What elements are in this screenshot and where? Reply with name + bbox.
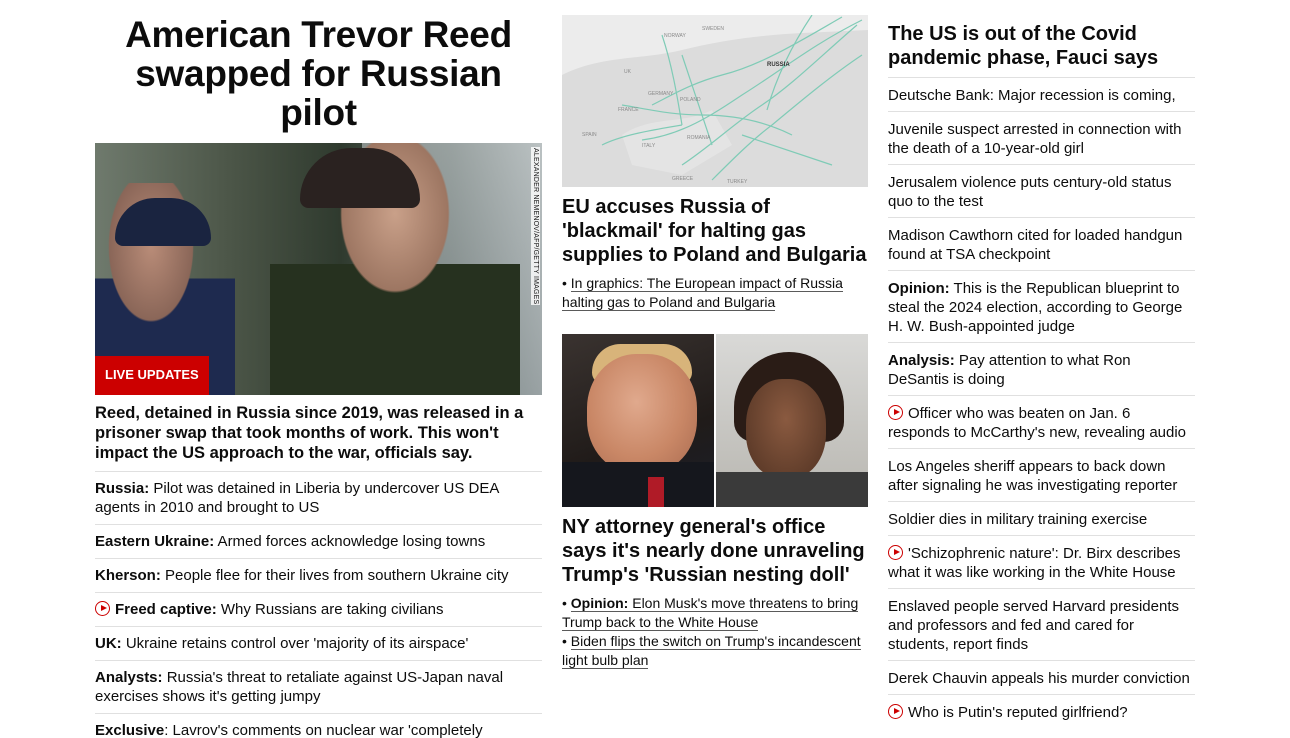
list-item[interactable]: Officer who was beaten on Jan. 6 respond… xyxy=(888,395,1195,448)
europe-gas-pipeline-map[interactable]: SWEDEN NORWAY RUSSIA GERMANY POLAND FRAN… xyxy=(562,15,868,187)
item-kicker: Eastern Ukraine: xyxy=(95,533,215,550)
trump-james-photo[interactable] xyxy=(562,334,868,507)
photo-face xyxy=(587,354,697,474)
item-text: Pilot was detained in Liberia by underco… xyxy=(95,480,499,516)
item-kicker: Exclusive xyxy=(95,722,165,738)
item-text: Jerusalem violence puts century-old stat… xyxy=(888,174,1172,210)
list-item[interactable]: Soldier dies in military training exerci… xyxy=(888,501,1195,535)
item-text: Who is Putin's reputed girlfriend? xyxy=(908,704,1128,721)
item-text: Los Angeles sheriff appears to back down… xyxy=(888,458,1178,494)
list-item[interactable]: Who is Putin's reputed girlfriend? xyxy=(888,694,1195,728)
light-bulb-link[interactable]: Biden flips the switch on Trump's incand… xyxy=(562,633,861,669)
map-label: RUSSIA xyxy=(767,62,790,68)
item-text: 'Schizophrenic nature': Dr. Birx describ… xyxy=(888,545,1181,581)
map-label: TURKEY xyxy=(727,179,748,185)
photo-tie xyxy=(648,477,664,507)
opinion-link[interactable]: Opinion: Elon Musk's move threatens to b… xyxy=(562,595,859,631)
map-label: SWEDEN xyxy=(702,26,724,32)
ny-ag-related-link-2[interactable]: • Biden flips the switch on Trump's inca… xyxy=(562,632,868,670)
trump-photo xyxy=(562,334,714,507)
map-label: FRANCE xyxy=(618,107,639,113)
item-text: Soldier dies in military training exerci… xyxy=(888,511,1148,528)
item-kicker: Freed captive: xyxy=(115,601,217,618)
lead-description[interactable]: Reed, detained in Russia since 2019, was… xyxy=(95,403,542,463)
link-kicker: Opinion: xyxy=(570,595,629,611)
eu-gas-headline[interactable]: EU accuses Russia of 'blackmail' for hal… xyxy=(562,195,868,267)
item-kicker: Analysts: xyxy=(95,669,163,686)
list-item[interactable]: Eastern Ukraine: Armed forces acknowledg… xyxy=(95,524,542,558)
video-play-icon xyxy=(888,405,903,420)
item-kicker: Russia: xyxy=(95,480,150,497)
pipeline-map-svg: SWEDEN NORWAY RUSSIA GERMANY POLAND FRAN… xyxy=(562,15,868,187)
map-label: ITALY xyxy=(642,143,656,149)
map-label: UK xyxy=(624,69,632,75)
right-column: The US is out of the Covid pandemic phas… xyxy=(888,0,1195,728)
video-play-icon xyxy=(888,545,903,560)
list-item[interactable]: Exclusive: Lavrov's comments on nuclear … xyxy=(95,713,542,738)
list-item[interactable]: Juvenile suspect arrested in connection … xyxy=(888,111,1195,164)
ny-ag-related-link-1[interactable]: • Opinion: Elon Musk's move threatens to… xyxy=(562,594,868,632)
list-item[interactable]: Freed captive: Why Russians are taking c… xyxy=(95,592,542,626)
item-text: Juvenile suspect arrested in connection … xyxy=(888,121,1182,157)
lead-story-column: American Trevor Reed swapped for Russian… xyxy=(95,0,542,738)
item-text: Officer who was beaten on Jan. 6 respond… xyxy=(888,405,1187,441)
item-text: Enslaved people served Harvard president… xyxy=(888,598,1179,653)
live-updates-badge[interactable]: LIVE UPDATES xyxy=(95,356,209,395)
item-kicker: Kherson: xyxy=(95,567,161,584)
photo-coat xyxy=(716,472,868,507)
list-item[interactable]: 'Schizophrenic nature': Dr. Birx describ… xyxy=(888,535,1195,588)
list-item[interactable]: Derek Chauvin appeals his murder convict… xyxy=(888,660,1195,694)
bullet: • xyxy=(562,275,571,291)
bullet: • xyxy=(562,595,571,611)
list-item[interactable]: Los Angeles sheriff appears to back down… xyxy=(888,448,1195,501)
map-label: ROMANIA xyxy=(687,135,711,141)
list-item[interactable]: Madison Cawthorn cited for loaded handgu… xyxy=(888,217,1195,270)
item-text: Madison Cawthorn cited for loaded handgu… xyxy=(888,227,1183,263)
middle-column: SWEDEN NORWAY RUSSIA GERMANY POLAND FRAN… xyxy=(562,0,868,670)
list-item[interactable]: Opinion: This is the Republican blueprin… xyxy=(888,270,1195,342)
photo-suit xyxy=(562,462,714,507)
list-item[interactable]: UK: Ukraine retains control over 'majori… xyxy=(95,626,542,660)
photo-face xyxy=(746,379,826,479)
map-label: POLAND xyxy=(680,97,701,103)
image-credit: ALEXANDER NEMENOV/AFP/GETTY IMAGES xyxy=(531,147,540,306)
map-label: NORWAY xyxy=(664,33,687,39)
video-play-icon xyxy=(888,704,903,719)
map-label: SPAIN xyxy=(582,132,597,138)
list-item[interactable]: Analysis: Pay attention to what Ron DeSa… xyxy=(888,342,1195,395)
item-text: Derek Chauvin appeals his murder convict… xyxy=(888,670,1190,687)
item-kicker: Analysis: xyxy=(888,352,955,369)
map-label: GREECE xyxy=(672,176,694,182)
list-item[interactable]: Kherson: People flee for their lives fro… xyxy=(95,558,542,592)
fauci-headline[interactable]: The US is out of the Covid pandemic phas… xyxy=(888,22,1195,77)
lead-headline[interactable]: American Trevor Reed swapped for Russian… xyxy=(95,15,542,132)
item-text: Why Russians are taking civilians xyxy=(216,601,444,618)
item-kicker: UK: xyxy=(95,635,122,652)
list-item[interactable]: Russia: Pilot was detained in Liberia by… xyxy=(95,471,542,524)
map-label: GERMANY xyxy=(648,91,674,97)
video-play-icon xyxy=(95,601,110,616)
item-text: Ukraine retains control over 'majority o… xyxy=(121,635,469,652)
list-item[interactable]: Jerusalem violence puts century-old stat… xyxy=(888,164,1195,217)
graphics-link[interactable]: In graphics: The European impact of Russ… xyxy=(562,275,843,311)
ny-ag-headline[interactable]: NY attorney general's office says it's n… xyxy=(562,515,868,587)
list-item[interactable]: Enslaved people served Harvard president… xyxy=(888,588,1195,660)
bullet: • xyxy=(562,633,571,649)
lead-related-list: Russia: Pilot was detained in Liberia by… xyxy=(95,471,542,738)
list-item[interactable]: Deutsche Bank: Major recession is coming… xyxy=(888,77,1195,111)
attorney-general-photo xyxy=(716,334,868,507)
item-kicker: Opinion: xyxy=(888,280,950,297)
headline-list: Deutsche Bank: Major recession is coming… xyxy=(888,77,1195,728)
item-text: People flee for their lives from souther… xyxy=(160,567,509,584)
item-text: Deutsche Bank: Major recession is coming… xyxy=(888,87,1176,104)
lead-story-image[interactable]: ALEXANDER NEMENOV/AFP/GETTY IMAGES LIVE … xyxy=(95,143,542,395)
list-item[interactable]: Analysts: Russia's threat to retaliate a… xyxy=(95,660,542,713)
item-text: Armed forces acknowledge losing towns xyxy=(214,533,486,550)
eu-gas-related-link[interactable]: • In graphics: The European impact of Ru… xyxy=(562,274,868,312)
